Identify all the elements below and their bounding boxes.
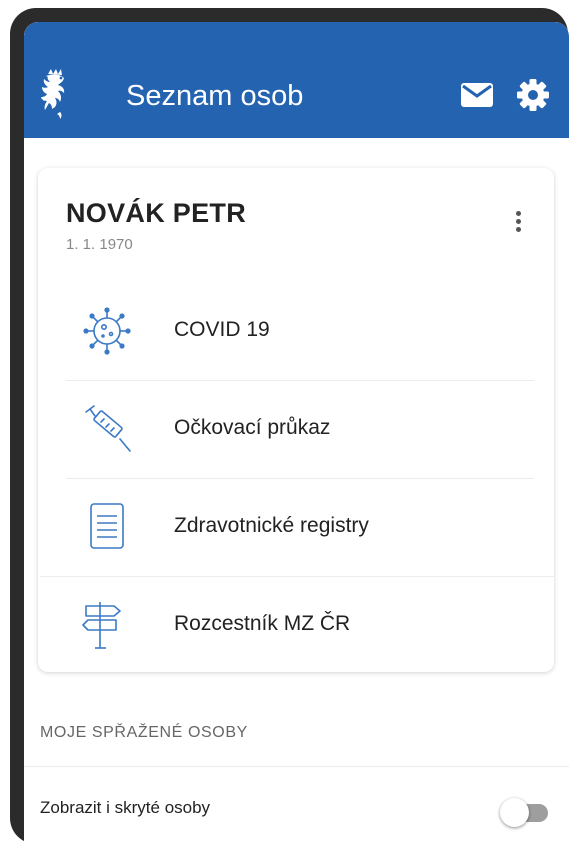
syringe-icon (85, 405, 131, 452)
menu-item-label: Rozcestník MZ ČR (174, 612, 351, 635)
menu-item-label: Očkovací průkaz (174, 416, 331, 439)
menu-item-label: Zdravotnické registry (174, 514, 369, 537)
virus-icon (83, 307, 131, 355)
person-menu-button[interactable] (508, 208, 528, 238)
menu-item-vaccination-card[interactable]: Očkovací průkaz (38, 380, 554, 478)
menu-item-health-registries[interactable]: Zdravotnické registry (38, 478, 554, 576)
gear-icon (517, 79, 549, 111)
mail-icon (461, 83, 493, 107)
app-title: Seznam osob (126, 80, 304, 112)
document-icon (90, 503, 124, 549)
mail-button[interactable] (460, 82, 494, 108)
toggle-thumb (500, 798, 529, 827)
more-vertical-icon (515, 211, 521, 216)
signpost-icon (82, 602, 121, 649)
person-name: NOVÁK PETR (66, 198, 247, 228)
menu-item-label: COVID 19 (174, 318, 270, 341)
section-title-linked-persons: MOJE SPŘAŽENÉ OSOBY (40, 724, 248, 741)
show-hidden-persons-toggle[interactable] (500, 798, 550, 828)
person-birth-date: 1. 1. 1970 (66, 236, 133, 253)
settings-button[interactable] (516, 78, 550, 112)
divider (24, 766, 569, 767)
app-screen: Seznam osob NOVÁK PETR 1. 1. 1970 COVID … (24, 22, 569, 850)
menu-item-covid[interactable]: COVID 19 (38, 282, 554, 380)
czech-lion-icon (41, 69, 65, 119)
menu-item-signpost[interactable]: Rozcestník MZ ČR (38, 576, 554, 674)
app-bar: Seznam osob (24, 22, 569, 138)
show-hidden-persons-label: Zobrazit i skryté osoby (40, 798, 211, 817)
